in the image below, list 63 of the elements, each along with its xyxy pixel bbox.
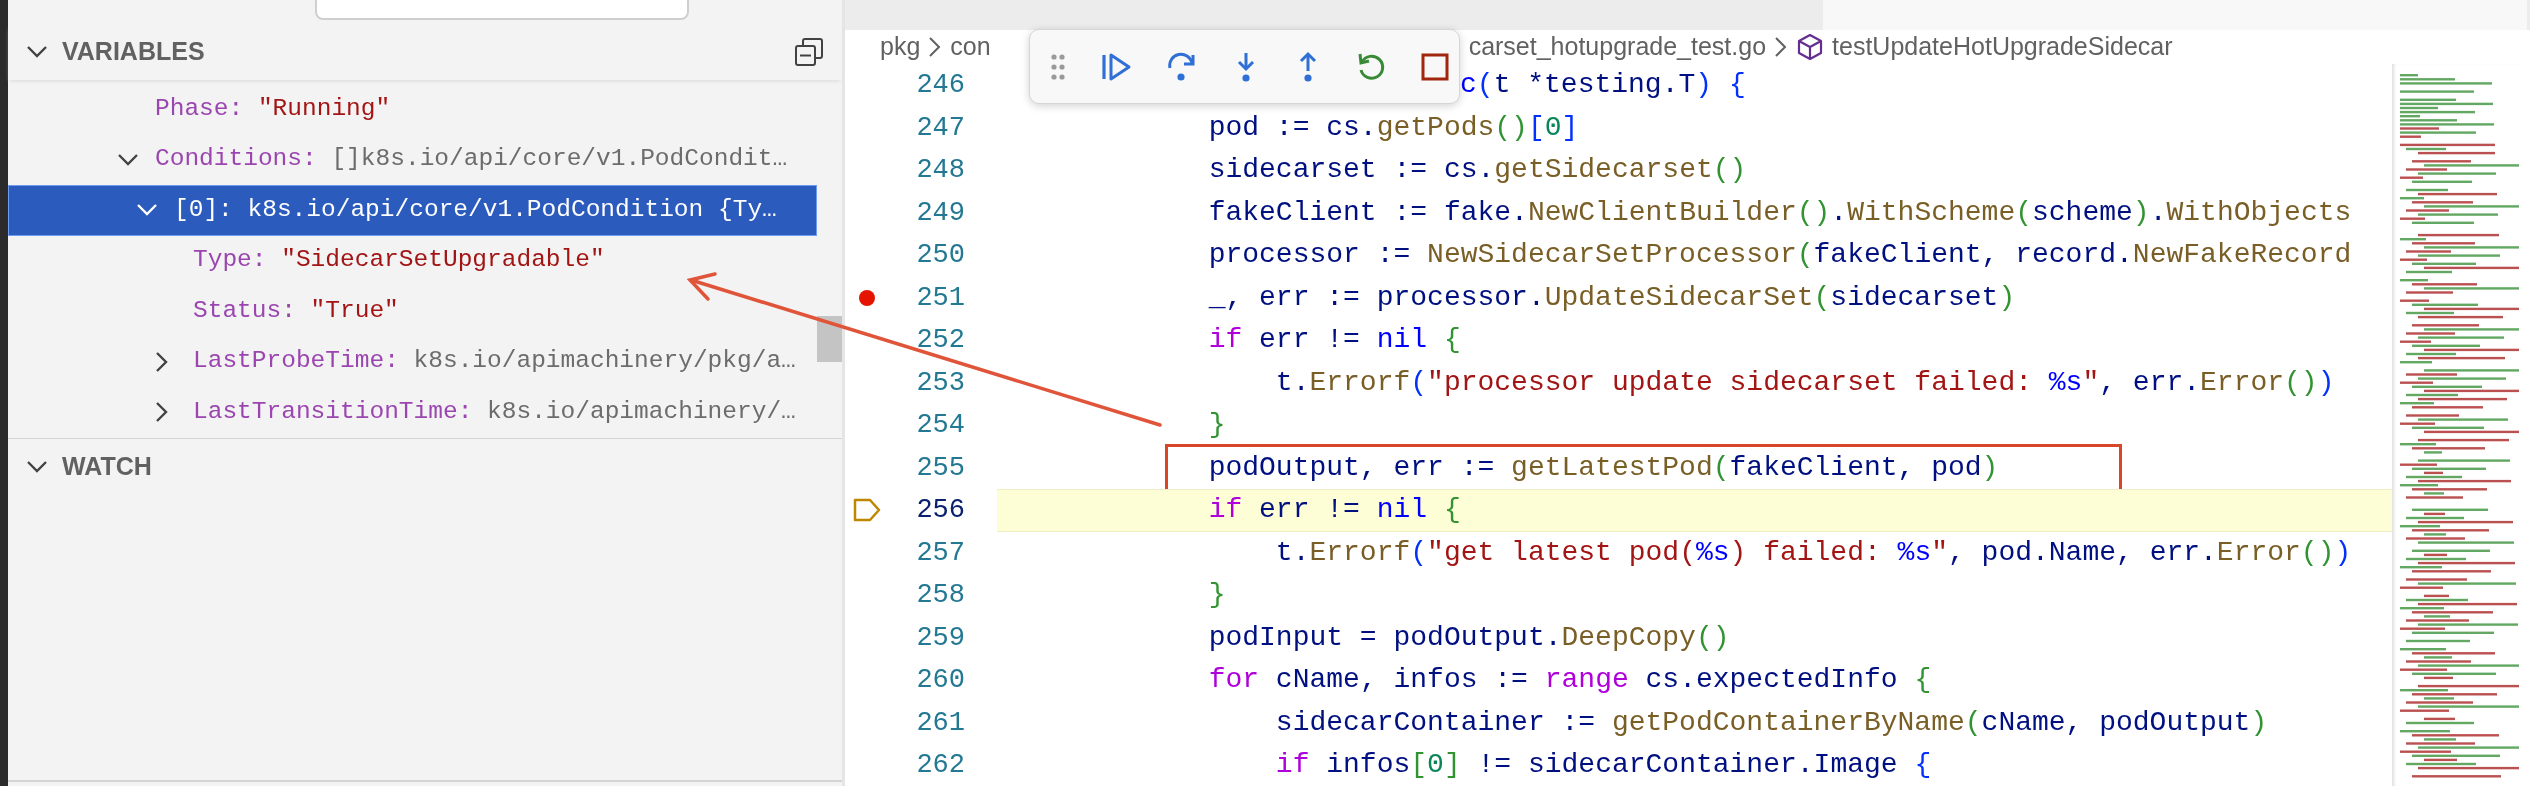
line-number: 250 [915,239,965,272]
chevron-icon[interactable] [155,350,169,373]
code-line: processor := NewSidecarSetProcessor(fakeClient, record.NewFakeRecord [1207,238,2353,272]
gripper-icon[interactable] [1050,52,1066,81]
variable-item[interactable]: [0]: k8s.io/api/core/v1.PodCondition {Ty… [8,185,817,236]
breadcrumb-item[interactable]: con [950,28,991,66]
chevron-icon[interactable] [136,203,158,218]
code-line: _, err := processor.UpdateSidecarSet(sidecarset) [1207,280,2017,315]
line-number: 262 [915,749,965,782]
chevron-icon[interactable] [26,459,48,474]
variable-item[interactable]: LastTransitionTime: k8s.io/apimachinery/… [8,387,817,438]
line-number: 259 [915,621,965,655]
code-line: if infos[0] != sidecarContainer.Image { [1274,748,1933,782]
line-number: 246 [915,69,965,102]
breadcrumb-item[interactable]: pkg [880,28,921,66]
line-number: 251 [915,281,965,315]
step-over-icon[interactable] [1166,51,1198,82]
variable-item[interactable]: Conditions: []k8s.io/api/core/v1.PodCondit… [8,134,817,185]
breadcrumb-item[interactable]: carset_hotupgrade_test.go [1468,28,1767,66]
line-number: 256 [915,494,965,527]
variable-item[interactable]: Type: "SidecarSetUpgradable" [8,235,817,286]
line-number: 255 [915,451,965,485]
collapse-all-icon[interactable] [794,37,824,67]
code-line: sidecarset := cs.getSidecarset() [1207,153,1748,187]
code-line: if err != nil { [1207,323,1462,357]
breakpoint-icon[interactable] [858,288,876,307]
watch-header[interactable]: WATCH [26,447,152,486]
variables-header[interactable]: VARIABLES [26,33,205,71]
continue-icon[interactable] [1100,51,1132,82]
line-number: 253 [915,366,965,400]
line-number: 252 [915,324,965,357]
code-line: t.Errorf("get latest pod(%s) failed: %s", pod.Name, err.Error()) [1274,535,2353,570]
breadcrumb-item[interactable]: testUpdateHotUpgradeSidecar [1832,28,2173,66]
line-number: 257 [915,536,965,570]
code-line: c(t *testing.T) { [1460,68,1747,102]
code-line: podOutput, err := getLatestPod(fakeClient, pod) [1207,450,2000,485]
line-number: 249 [915,196,965,230]
line-number: 258 [915,579,965,612]
code-line: fakeClient := fake.NewClientBuilder().WithScheme(scheme).WithObjects [1207,195,2353,230]
chevron-icon [928,36,943,58]
code-line: for cName, infos := range cs.expectedInfo { [1207,663,1933,697]
code-line: } [1207,578,1227,612]
chevron-icon[interactable] [155,401,169,424]
variable-item[interactable]: Phase: "Running" [8,84,817,135]
variable-item[interactable]: Status: "True" [8,286,817,337]
code-line: podInput = podOutput.DeepCopy() [1207,620,1731,655]
chevron-icon [1774,36,1789,58]
line-number: 254 [915,409,965,442]
scrollbar-thumb[interactable] [817,316,842,362]
variable-item[interactable]: LastProbeTime: k8s.io/apimachinery/pkg/a… [8,336,817,387]
stop-icon[interactable] [1420,51,1450,82]
chevron-icon[interactable] [117,152,139,167]
line-number: 261 [915,706,965,740]
code-line: } [1207,408,1227,442]
line-number: 247 [915,111,965,145]
cube-icon [1796,33,1825,61]
code-line: pod := cs.getPods()[0] [1207,110,1580,145]
code-line: t.Errorf("processor update sidecarset failed: %s", err.Error()) [1274,365,2336,400]
chevron-icon[interactable] [26,45,48,59]
line-number: 260 [915,664,965,697]
code-line: sidecarContainer := getPodContainerByName(cName, podOutput) [1274,705,2269,740]
restart-icon[interactable] [1356,51,1386,82]
line-number: 248 [915,154,965,187]
